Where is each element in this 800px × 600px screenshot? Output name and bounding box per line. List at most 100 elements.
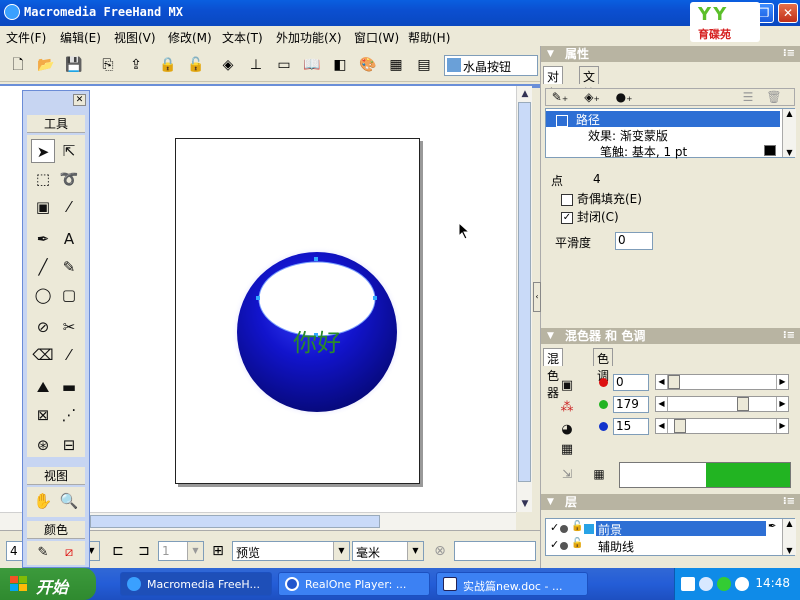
blend-tool-icon[interactable]: ▬ [57, 375, 81, 399]
collapse-arrow-icon[interactable]: ▼ [547, 46, 554, 62]
scroll-up-arrow-icon[interactable]: ▲ [783, 109, 796, 118]
green-value-input[interactable]: 179 [613, 396, 649, 413]
collapse-arrow-icon[interactable]: ▼ [547, 494, 554, 510]
next-page-icon[interactable]: ⊐ [134, 541, 154, 561]
tab-object[interactable]: 对象 [543, 66, 564, 101]
lock-icon[interactable]: 🔓 [571, 521, 583, 532]
red-slider-knob[interactable] [668, 375, 680, 389]
new-file-icon[interactable]: 🗋 [8, 55, 28, 75]
horizontal-scroll-thumb[interactable] [90, 515, 380, 528]
cancel-render-icon[interactable]: ⊗ [430, 541, 450, 561]
units-select[interactable]: 毫米 ▼ [352, 541, 424, 561]
fill-color-icon[interactable]: ⧄ [57, 541, 81, 565]
anchor-point-top[interactable] [314, 257, 318, 261]
document-page[interactable]: 你好 [175, 138, 420, 484]
blue-slider-knob[interactable] [674, 419, 686, 433]
list-scrollbar[interactable]: ▲ ▼ [782, 109, 796, 157]
collapse-arrow-icon[interactable]: ▼ [547, 328, 554, 344]
visible-check-icon[interactable]: ✓ [550, 538, 559, 551]
open-folder-icon[interactable]: 📂 [36, 55, 56, 75]
smoothness-input[interactable]: 0 [615, 232, 653, 250]
list-item[interactable]: 笔触: 基本, 1 pt [546, 143, 780, 159]
zoom-tool-icon[interactable]: 🔍 [57, 489, 81, 513]
add-effect-icon[interactable]: ●₊ [612, 85, 636, 109]
menu-text[interactable]: 文本(T) [222, 29, 263, 46]
subselect-tool-icon[interactable]: ⇱ [57, 139, 81, 163]
preview-dot-icon[interactable] [560, 542, 568, 550]
scroll-down-arrow-icon[interactable]: ▼ [517, 496, 533, 512]
style-combo[interactable]: 水晶按钮 [444, 55, 538, 76]
slider-right-arrow-icon[interactable]: ▶ [776, 397, 788, 411]
stroke-color-icon[interactable]: ✎ [31, 541, 55, 565]
pen-tool-icon[interactable]: ✒ [31, 227, 55, 251]
messenger-icon[interactable] [735, 577, 749, 591]
scroll-up-arrow-icon[interactable]: ▲ [783, 519, 796, 528]
slider-right-arrow-icon[interactable]: ▶ [776, 375, 788, 389]
import-icon[interactable]: ⎘ [98, 55, 118, 75]
swatch-grid-icon[interactable]: ▦ [587, 462, 611, 486]
add-stroke-icon[interactable]: ✎₊ [548, 85, 572, 109]
system-color-icon[interactable]: ▦ [555, 438, 579, 462]
tray-arrow-icon[interactable] [699, 577, 713, 591]
close-button[interactable]: ✕ [778, 3, 798, 23]
panel-grip-icon[interactable]: ⁝≡ [783, 328, 795, 344]
menu-modify[interactable]: 修改(M) [168, 29, 212, 46]
panel-grip-icon[interactable]: ⁝≡ [783, 46, 795, 62]
tab-document[interactable]: 文档 [579, 66, 600, 101]
task-freehand[interactable]: Macromedia FreeH... [120, 572, 272, 596]
menu-window[interactable]: 窗口(W) [354, 29, 399, 46]
checkmark-icon[interactable]: ✓ [561, 211, 573, 224]
page-tool-icon[interactable]: ⬚ [31, 167, 55, 191]
align-icon[interactable]: ◈ [218, 55, 238, 75]
ellipse-tool-icon[interactable]: ◯ [31, 283, 55, 307]
lock-icon[interactable]: 🔒 [158, 55, 178, 75]
layer-row-guides[interactable]: ✓ 🔓 辅助线 [546, 538, 780, 555]
grid-icon[interactable]: ▦ [386, 55, 406, 75]
add-page-icon[interactable]: ⊞ [208, 541, 228, 561]
blue-slider[interactable]: ◀ ▶ [655, 418, 789, 434]
rectangle-tool-icon[interactable]: ▢ [57, 283, 81, 307]
vertical-scroll-thumb[interactable] [518, 102, 531, 482]
slider-left-arrow-icon[interactable]: ◀ [656, 419, 668, 433]
layer-row-foreground[interactable]: ✓ 🔓 前景 ✒ [546, 521, 780, 538]
tools-close-icon[interactable]: ✕ [73, 94, 86, 106]
menu-help[interactable]: 帮助(H) [408, 29, 450, 46]
library-icon[interactable]: 📖 [302, 55, 322, 75]
stroke-swatch[interactable] [764, 145, 776, 156]
duplicate-item-icon[interactable]: ☰ [736, 85, 760, 109]
layer-name[interactable]: 前景 [596, 521, 766, 537]
page-number-field[interactable]: 1 ▼ [158, 541, 204, 561]
even-odd-fill-checkbox[interactable]: 奇偶填充(E) [561, 190, 642, 207]
text-tool-icon[interactable]: A [57, 227, 81, 251]
knife-tool-icon[interactable]: ✂ [57, 315, 81, 339]
task-word-doc[interactable]: 实战篇new.doc - ... [436, 572, 588, 596]
cmyk-mode-icon[interactable]: ▣ [555, 374, 579, 398]
chart-tool-icon[interactable]: ⊟ [57, 433, 81, 457]
closed-checkbox[interactable]: ✓ 封闭(C) [561, 208, 619, 225]
slider-right-arrow-icon[interactable]: ▶ [776, 419, 788, 433]
menu-xtras[interactable]: 外加功能(X) [276, 29, 342, 46]
layers-icon[interactable]: ▤ [414, 55, 434, 75]
menu-edit[interactable]: 编辑(E) [60, 29, 101, 46]
hand-tool-icon[interactable]: ✋ [31, 489, 55, 513]
scroll-down-arrow-icon[interactable]: ▼ [783, 546, 796, 555]
panel-collapse-handle-icon[interactable]: ‹ [533, 282, 541, 312]
rgb-mode-icon[interactable]: ⁂ [555, 396, 579, 420]
anchor-point-left[interactable] [256, 296, 260, 300]
green-slider-knob[interactable] [737, 397, 749, 411]
text-editor-icon[interactable]: ▭ [274, 55, 294, 75]
view-mode-select[interactable]: 预览 ▼ [232, 541, 350, 561]
properties-header[interactable]: ▼ 属性 ⁝≡ [541, 46, 800, 62]
slider-left-arrow-icon[interactable]: ◀ [656, 375, 668, 389]
layer-name[interactable]: 辅助线 [598, 538, 634, 555]
anchor-point-right[interactable] [373, 296, 377, 300]
red-value-input[interactable]: 0 [613, 374, 649, 391]
white-highlight[interactable] [258, 261, 376, 337]
list-item[interactable]: 效果: 渐变蒙版 [546, 127, 668, 143]
scroll-down-arrow-icon[interactable]: ▼ [783, 148, 796, 157]
tab-tints[interactable]: 色调 [593, 348, 614, 383]
eraser-tool-icon[interactable]: ⌫ [31, 343, 55, 367]
export-icon[interactable]: ⇪ [126, 55, 146, 75]
layers-header[interactable]: ▼ 层 ⁝≡ [541, 494, 800, 510]
network-icon[interactable] [681, 577, 695, 591]
